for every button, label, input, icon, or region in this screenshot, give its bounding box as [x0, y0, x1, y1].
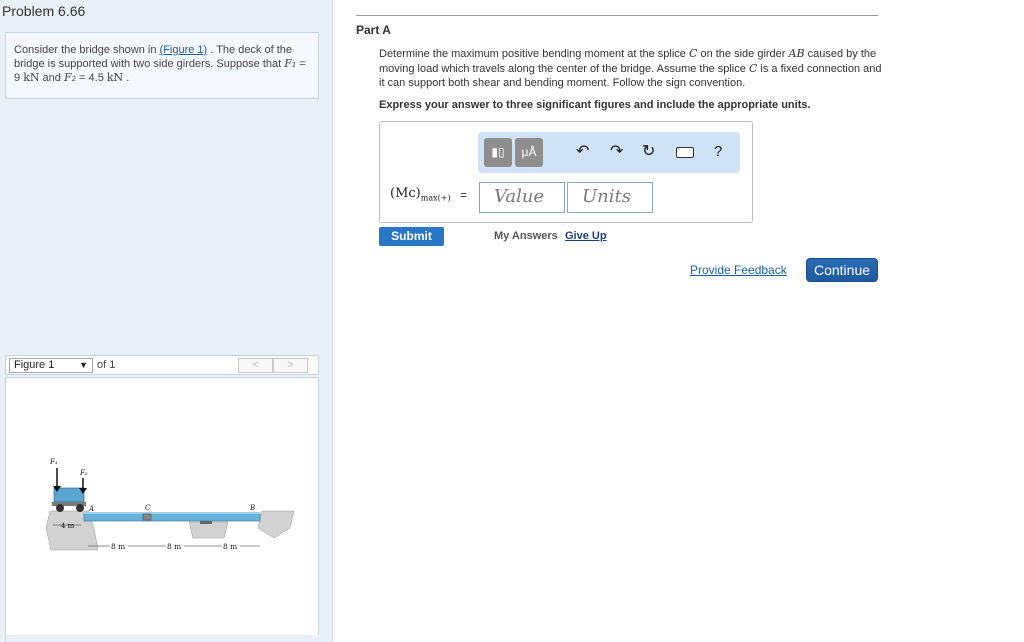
figure-select[interactable]: Figure 1 ▼ [9, 358, 93, 373]
bridge-girder [83, 512, 261, 522]
right-abutment [257, 510, 295, 539]
reset-icon[interactable]: ↻ [642, 142, 655, 162]
redo-icon[interactable]: ↷ [610, 142, 623, 162]
figure-prev-button[interactable]: < [238, 358, 273, 373]
part-divider [356, 15, 878, 16]
continue-button[interactable]: Continue [806, 258, 878, 282]
problem-panel: Problem 6.66 Consider the bridge shown i… [0, 0, 333, 642]
answer-label-main: (Mᴄ) [390, 186, 421, 201]
f1-unit: kN [23, 71, 40, 84]
templates-icon: ▮▯ [491, 145, 505, 159]
part-title: Part A [356, 23, 391, 37]
answer-instruction: Express your answer to three significant… [379, 99, 811, 111]
truck-body [53, 487, 85, 503]
problem-text: . [123, 72, 130, 84]
answer-label-sub: max(+) [420, 193, 451, 203]
pier-support [200, 521, 212, 524]
figure-count: of 1 [97, 359, 116, 371]
equals-sign: = [460, 188, 468, 202]
figure-select-label: Figure 1 [14, 359, 55, 371]
math-toolbar: ▮▯ μÅ ↶ ↷ ↻ ? [478, 132, 740, 173]
problem-text: and [39, 72, 64, 84]
figure-link[interactable]: (Figure 1) [160, 44, 208, 56]
units-label: μÅ [521, 145, 537, 159]
dim-8m-label: 8 m [167, 542, 181, 551]
f2-value: = 4.5 [76, 72, 107, 84]
provide-feedback-link[interactable]: Provide Feedback [690, 263, 787, 277]
units-input[interactable]: Units [567, 182, 653, 213]
figure-next-button[interactable]: > [273, 358, 308, 373]
bridge-figure: F₁ F₂ A C B 4 m 8 m 8 m 8 m [6, 458, 320, 642]
f2-unit: kN [106, 71, 124, 84]
middle-pier [188, 521, 229, 539]
figure-panel: F₁ F₂ A C B 4 m 8 m 8 m 8 m [5, 377, 320, 642]
problem-title: Problem 6.66 [2, 3, 86, 19]
help-icon[interactable]: ? [714, 143, 722, 160]
units-button[interactable]: μÅ [515, 138, 543, 167]
submit-button[interactable]: Submit [379, 227, 444, 246]
keyboard-icon[interactable] [676, 147, 694, 158]
point-c-label: C [145, 504, 151, 512]
give-up-link[interactable]: Give Up [565, 230, 607, 242]
point-b-label: B [249, 504, 255, 512]
chevron-down-icon: ▼ [79, 360, 88, 370]
truck-wheel [56, 504, 64, 512]
problem-text: Consider the bridge shown in [14, 44, 160, 56]
figure-nav: < > [238, 358, 308, 373]
templates-button[interactable]: ▮▯ [484, 138, 512, 167]
undo-icon[interactable]: ↶ [576, 142, 589, 162]
f2-symbol: F₂ [63, 71, 76, 84]
answer-label: (Mᴄ)max(+) [390, 186, 451, 203]
figure-footer [6, 635, 320, 642]
my-answers-label: My Answers [494, 230, 558, 242]
dim-4m-label: 4 m [61, 522, 75, 530]
truck-wheel [76, 504, 84, 512]
splice-c [142, 513, 152, 521]
f2-label: F₂ [79, 469, 88, 477]
question-fragment: on the side girder [697, 48, 789, 60]
figure-toolbar: Figure 1 ▼ of 1 < > [5, 355, 319, 375]
girder-symbol: AB [788, 47, 805, 60]
point-a-label: A [88, 505, 94, 513]
answer-box: ▮▯ μÅ ↶ ↷ ↻ ? (Mᴄ)max(+) = Value Units [379, 121, 753, 223]
girder-top [84, 512, 260, 514]
f1-label: F₁ [49, 458, 58, 466]
question-text: Determine the maximum positive bending m… [379, 47, 884, 91]
value-input[interactable]: Value [479, 182, 565, 213]
dim-8m-label: 8 m [111, 542, 125, 551]
dim-8m-label: 8 m [223, 542, 237, 551]
question-fragment: Determine the maximum positive bending m… [379, 48, 689, 60]
f1-symbol: F₁ [284, 57, 297, 70]
problem-statement: Consider the bridge shown in (Figure 1) … [5, 32, 319, 99]
